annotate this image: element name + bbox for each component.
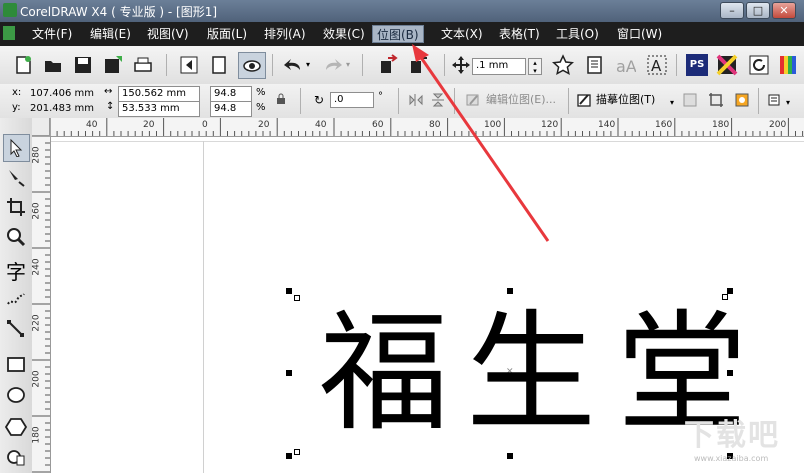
watermark-url: www.xiazaiba.com xyxy=(694,454,769,463)
annotation-arrow xyxy=(412,44,550,242)
watermark: 下载吧 www.xiazaiba.com xyxy=(684,410,802,470)
watermark-text: 下载吧 xyxy=(684,418,780,453)
